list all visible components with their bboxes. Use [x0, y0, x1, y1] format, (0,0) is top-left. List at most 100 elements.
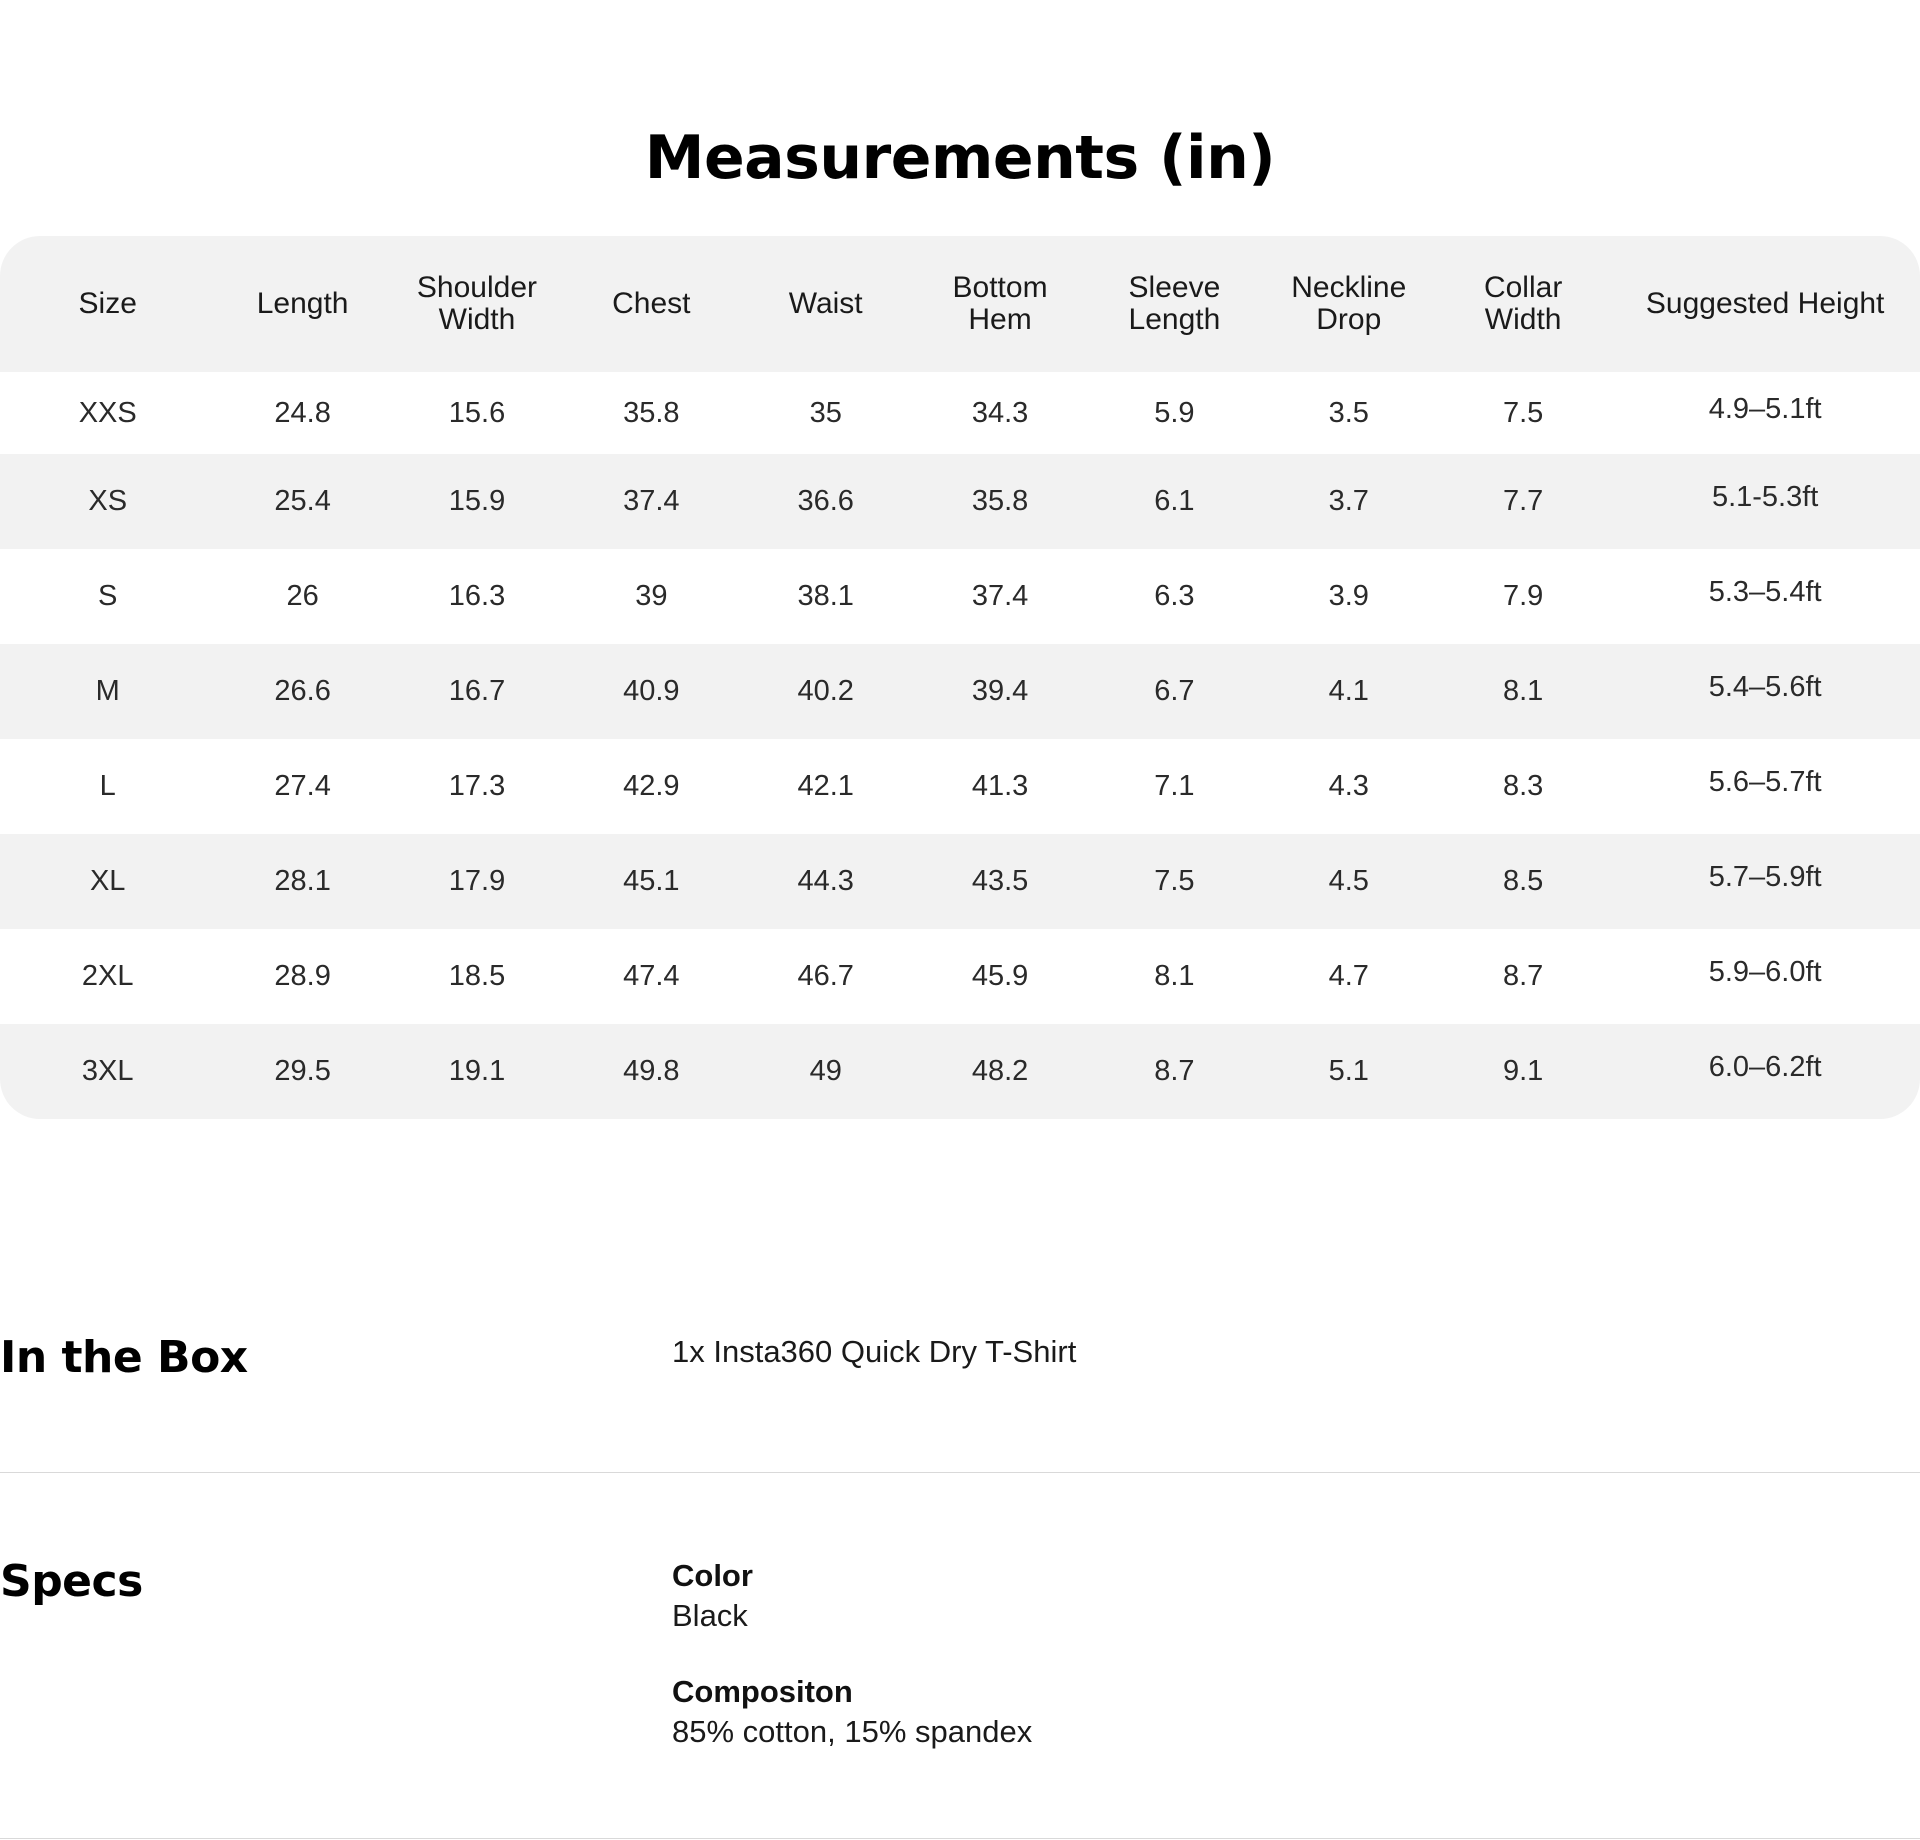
- table-cell: 38.1: [738, 549, 913, 644]
- table-cell: 7.1: [1087, 739, 1262, 834]
- table-cell: 3.5: [1261, 372, 1436, 454]
- table-cell: 8.7: [1435, 929, 1611, 1024]
- column-header: Sleeve Length: [1087, 236, 1262, 372]
- table-cell: 49: [738, 1024, 913, 1119]
- table-row: S 26 16.3 39 38.1 37.4 6.3 3.9 7.9 5.3–5.4ft: [0, 549, 1920, 644]
- table-cell: 35: [738, 372, 913, 454]
- table-cell: 5.1-5.3ft: [1610, 454, 1920, 549]
- table-cell: 5.7–5.9ft: [1610, 834, 1920, 929]
- size-cell: XS: [0, 454, 216, 549]
- table-cell: 29.5: [215, 1024, 390, 1119]
- table-cell: 7.7: [1435, 454, 1611, 549]
- table-cell: 6.1: [1087, 454, 1262, 549]
- column-header-label: Width: [438, 303, 516, 336]
- table-row: L 27.4 17.3 42.9 42.1 41.3 7.1 4.3 8.3 5.6–5.7ft: [0, 739, 1920, 834]
- column-header-label: Hem: [968, 303, 1032, 336]
- specs-list: Color Black Compositon 85% cotton, 15% span…: [672, 1556, 1032, 1788]
- table-cell: 4.7: [1261, 929, 1436, 1024]
- spec-label: Compositon: [672, 1674, 853, 1709]
- table-cell: 4.3: [1261, 739, 1436, 834]
- table-cell: 8.7: [1087, 1024, 1262, 1119]
- page-title: Measurements (in): [644, 123, 1276, 193]
- in-the-box-title: In the Box: [0, 1332, 248, 1383]
- table-cell: 28.1: [215, 834, 390, 929]
- table-header: Size Length Shoulder Width Chest Waist Bottom H…: [0, 236, 1920, 372]
- column-header: Size: [0, 236, 216, 372]
- table-cell: 27.4: [215, 739, 390, 834]
- table-cell: 16.3: [389, 549, 565, 644]
- column-header-label: Waist: [788, 287, 863, 320]
- column-header-label: Chest: [612, 287, 691, 320]
- column-header: Suggested Height: [1610, 236, 1920, 372]
- table-cell: 35.8: [912, 454, 1088, 549]
- table-row: 3XL 29.5 19.1 49.8 49 48.2 8.7 5.1 9.1 6.0–6.2ft: [0, 1024, 1920, 1119]
- table-cell: 40.9: [564, 644, 739, 739]
- table-cell: 26: [215, 549, 390, 644]
- table-cell: 5.9–6.0ft: [1610, 929, 1920, 1024]
- column-header: Chest: [564, 236, 739, 372]
- table-row: 2XL 28.9 18.5 47.4 46.7 45.9 8.1 4.7 8.7 5.9–6.0f…: [0, 929, 1920, 1024]
- table-cell: 37.4: [564, 454, 739, 549]
- table-cell: 46.7: [738, 929, 913, 1024]
- table-cell: 34.3: [912, 372, 1088, 454]
- column-header-label: Shoulder: [416, 271, 538, 304]
- spec-value: Black: [672, 1598, 748, 1633]
- size-cell: XL: [0, 834, 216, 929]
- table-cell: 37.4: [912, 549, 1088, 644]
- size-cell: XXS: [0, 372, 216, 454]
- table-cell: 9.1: [1435, 1024, 1611, 1119]
- table-cell: 26.6: [215, 644, 390, 739]
- table-header-row: Size Length Shoulder Width Chest Waist Bottom H…: [0, 236, 1920, 372]
- column-header: Collar Width: [1435, 236, 1611, 372]
- size-cell: L: [0, 739, 216, 834]
- bottom-divider: [0, 1838, 1920, 1839]
- column-header-label: Width: [1484, 303, 1562, 336]
- table-cell: 44.3: [738, 834, 913, 929]
- table-cell: 39.4: [912, 644, 1088, 739]
- table-cell: 17.9: [389, 834, 565, 929]
- table-cell: 40.2: [738, 644, 913, 739]
- column-header-label: Bottom: [952, 271, 1048, 304]
- table-cell: 41.3: [912, 739, 1088, 834]
- column-header-label: Collar: [1483, 271, 1563, 304]
- table-cell: 8.3: [1435, 739, 1611, 834]
- table-cell: 5.1: [1261, 1024, 1436, 1119]
- table-cell: 24.8: [215, 372, 390, 454]
- table-cell: 17.3: [389, 739, 565, 834]
- table-cell: 18.5: [389, 929, 565, 1024]
- column-header-label: Size: [78, 287, 137, 320]
- table-body: XXS 24.8 15.6 35.8 35 34.3 5.9 3.5 7.5 4.9–5.1ft X…: [0, 372, 1920, 1119]
- size-cell: 2XL: [0, 929, 216, 1024]
- table-cell: 35.8: [564, 372, 739, 454]
- table-row: XL 28.1 17.9 45.1 44.3 43.5 7.5 4.5 8.5 5.7–5.9ft: [0, 834, 1920, 929]
- table-cell: 15.6: [389, 372, 565, 454]
- table-cell: 19.1: [389, 1024, 565, 1119]
- specs-title: Specs: [0, 1556, 143, 1607]
- table-cell: 45.9: [912, 929, 1088, 1024]
- column-header: Length: [215, 236, 390, 372]
- table-cell: 36.6: [738, 454, 913, 549]
- table-cell: 4.1: [1261, 644, 1436, 739]
- size-cell: M: [0, 644, 216, 739]
- column-header-label: Sleeve: [1128, 271, 1221, 304]
- table-cell: 5.4–5.6ft: [1610, 644, 1920, 739]
- table-row: XS 25.4 15.9 37.4 36.6 35.8 6.1 3.7 7.7 5.1-5.3ft: [0, 454, 1920, 549]
- table-cell: 49.8: [564, 1024, 739, 1119]
- section-divider: [0, 1472, 1920, 1473]
- table-cell: 8.1: [1435, 644, 1611, 739]
- spec-value: 85% cotton, 15% spandex: [672, 1714, 1033, 1749]
- table-cell: 7.5: [1435, 372, 1611, 454]
- table-row: M 26.6 16.7 40.9 40.2 39.4 6.7 4.1 8.1 5.4–5.6ft: [0, 644, 1920, 739]
- in-the-box-content: 1x Insta360 Quick Dry T-Shirt: [672, 1334, 1077, 1369]
- table-cell: 4.5: [1261, 834, 1436, 929]
- size-cell: 3XL: [0, 1024, 216, 1119]
- table-cell: 7.9: [1435, 549, 1611, 644]
- table-cell: 47.4: [564, 929, 739, 1024]
- table-cell: 16.7: [389, 644, 565, 739]
- table-cell: 5.9: [1087, 372, 1262, 454]
- table-cell: 42.9: [564, 739, 739, 834]
- column-header: Shoulder Width: [389, 236, 565, 372]
- table-cell: 8.1: [1087, 929, 1262, 1024]
- table-cell: 3.9: [1261, 549, 1436, 644]
- table-cell: 3.7: [1261, 454, 1436, 549]
